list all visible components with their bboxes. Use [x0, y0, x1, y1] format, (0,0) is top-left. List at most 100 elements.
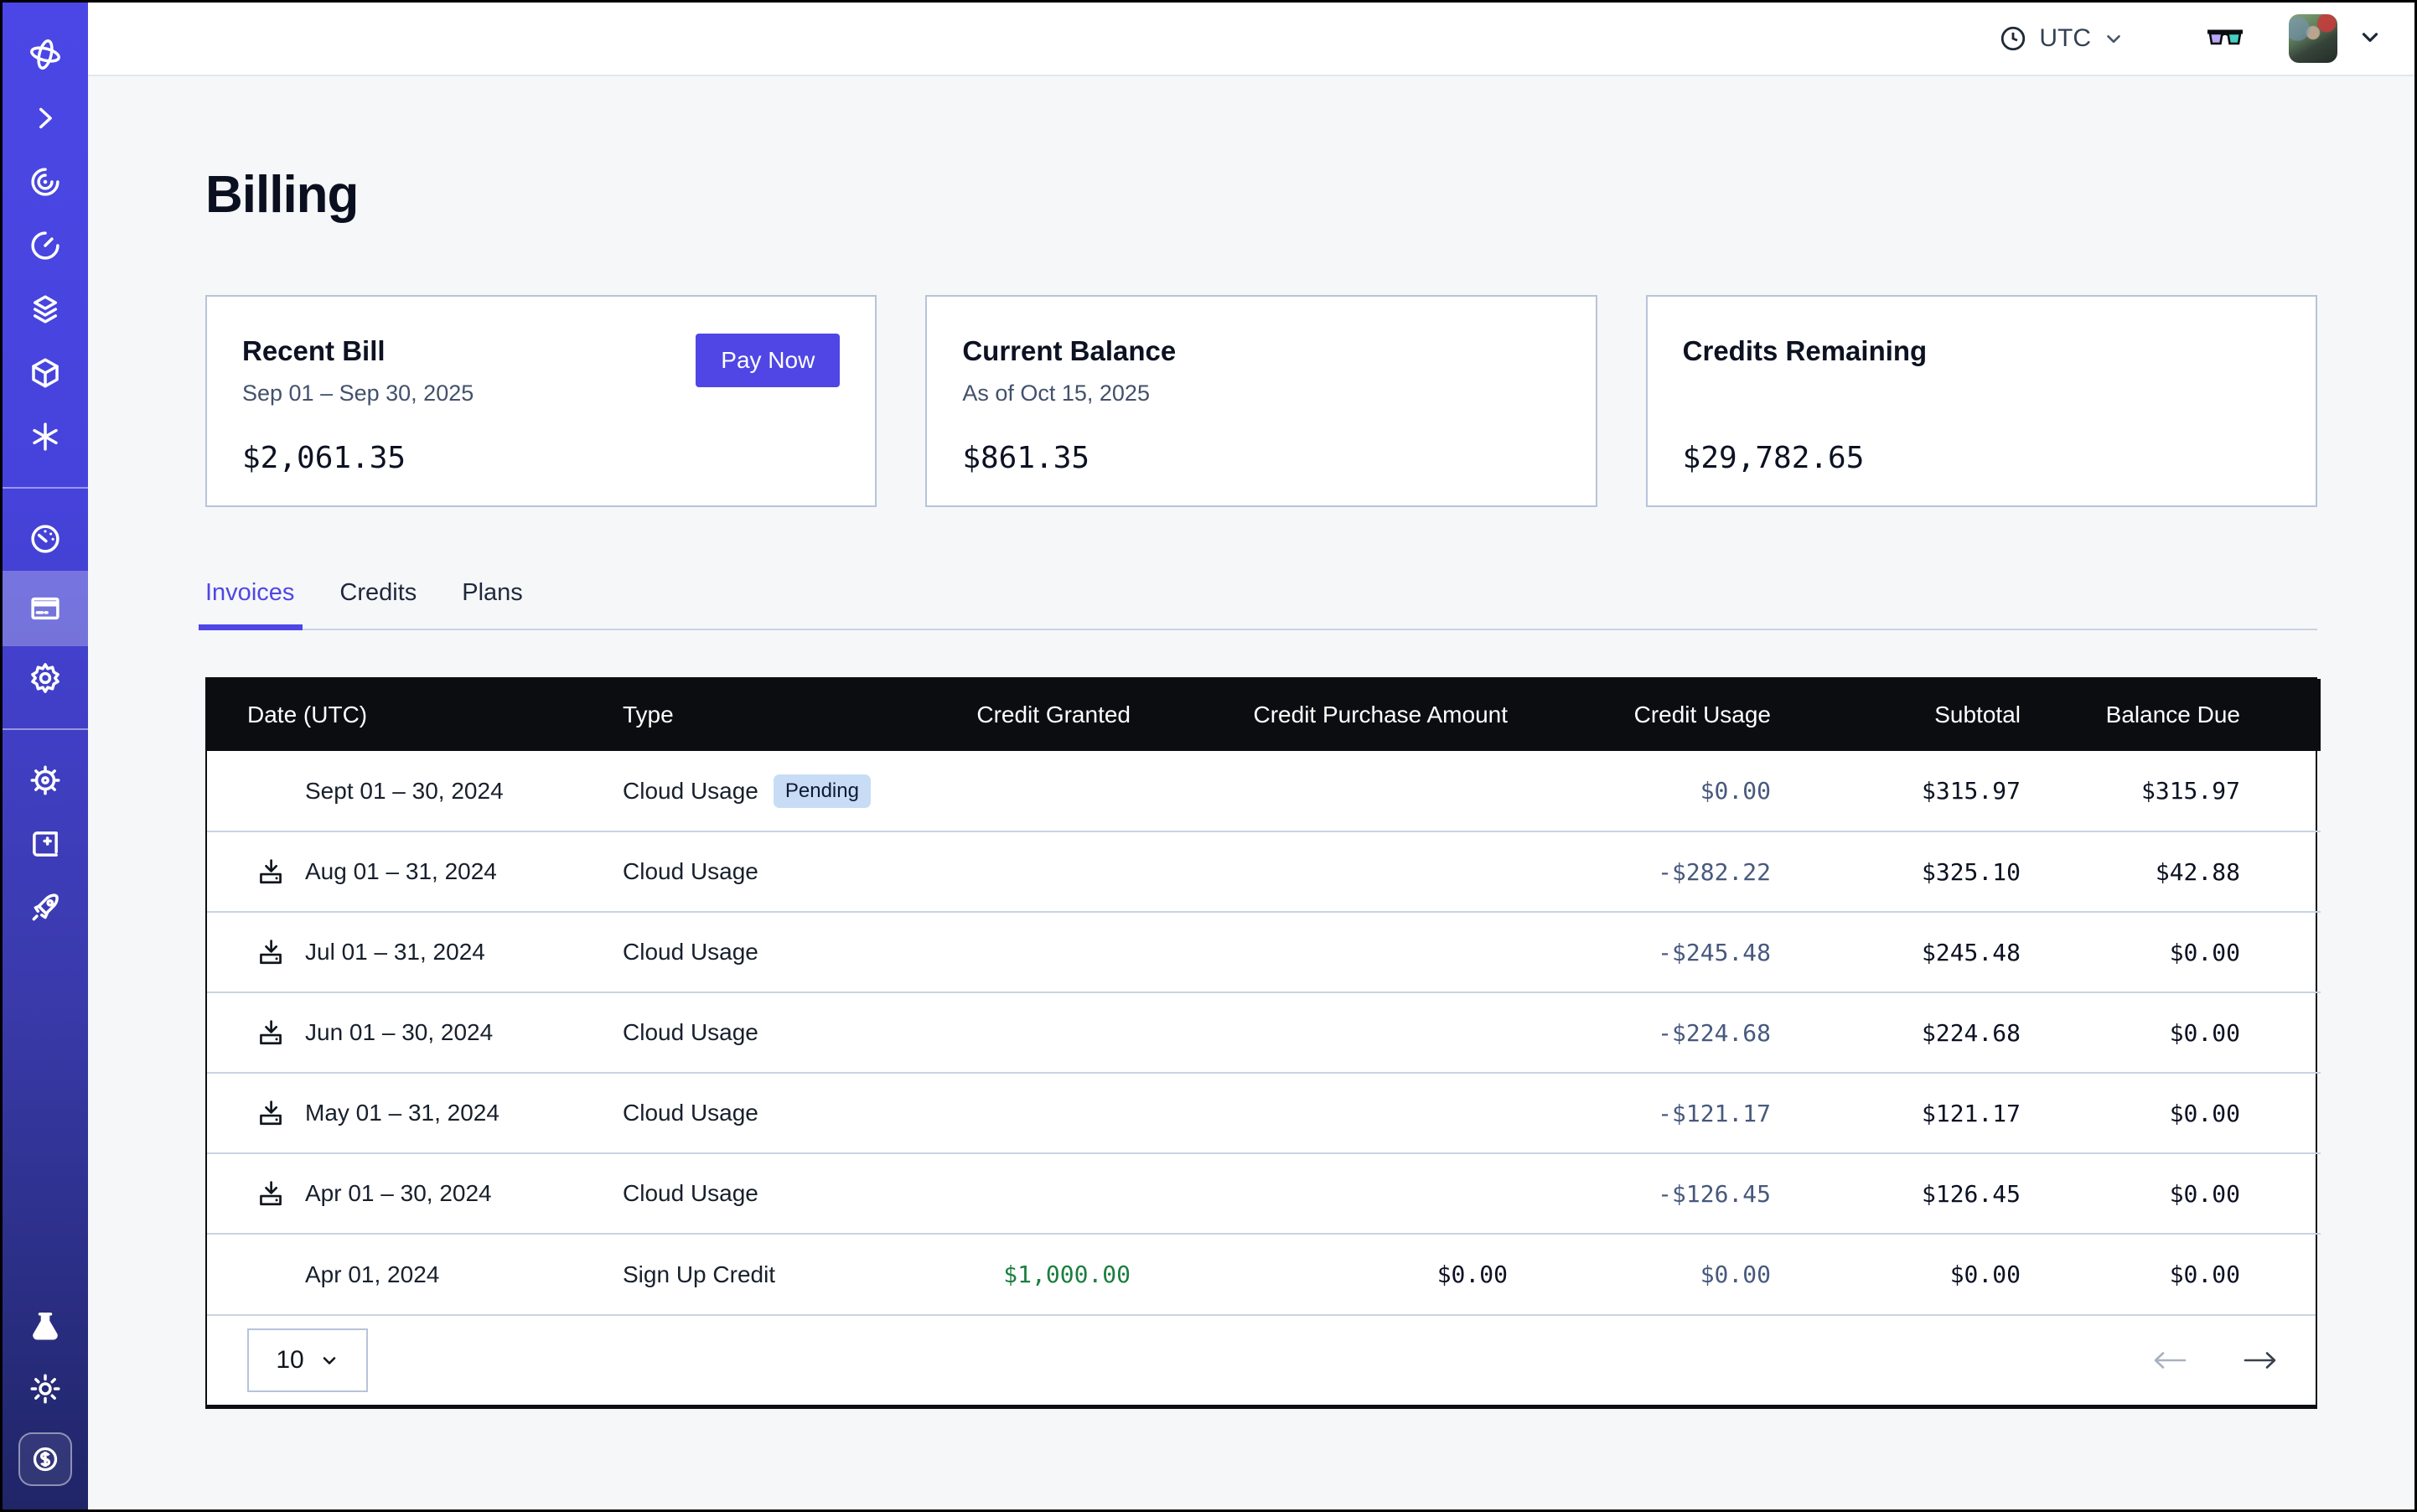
balance-due-value: $42.88: [2021, 831, 2321, 912]
credit-purchase-value: [1131, 831, 1508, 912]
asterisk-icon[interactable]: [3, 405, 88, 469]
card-subtitle: [1683, 381, 2280, 409]
layers-icon[interactable]: [3, 277, 88, 341]
credit-purchase-value: [1131, 751, 1508, 831]
invoice-date: Jul 01 – 31, 2024: [305, 939, 485, 966]
invoice-row: Apr 01 – 30, 2024 Cloud Usage -$126.45 $…: [207, 1153, 2321, 1234]
tab-credits[interactable]: Credits: [339, 579, 417, 629]
chevron-right-icon[interactable]: [3, 86, 88, 150]
column-header-credit-granted: Credit Granted: [931, 679, 1131, 751]
invoice-row: Jun 01 – 30, 2024 Cloud Usage -$224.68 $…: [207, 992, 2321, 1073]
sidebar: [3, 3, 88, 1509]
credit-granted-value: [931, 1073, 1131, 1153]
column-header-subtotal: Subtotal: [1771, 679, 2021, 751]
subtotal-value: $0.00: [1771, 1234, 2021, 1314]
invoice-type: Cloud Usage: [623, 939, 758, 965]
current-balance-card: Current Balance As of Oct 15, 2025 $861.…: [925, 295, 1597, 507]
download-invoice-button[interactable]: [256, 1179, 285, 1208]
gear-icon[interactable]: [3, 646, 88, 710]
download-invoice-button[interactable]: [256, 938, 285, 966]
spiral-icon[interactable]: [3, 150, 88, 214]
subtotal-value: $245.48: [1771, 912, 2021, 992]
card-title: Current Balance: [962, 335, 1560, 367]
sidebar-divider: [3, 487, 88, 489]
credit-granted-value: [931, 831, 1131, 912]
sun-icon[interactable]: [3, 1357, 88, 1421]
credit-purchase-value: $0.00: [1131, 1234, 1508, 1314]
invoice-table-body: Sept 01 – 30, 2024 Cloud UsagePending $0…: [207, 751, 2321, 1314]
page-title: Billing: [205, 165, 2317, 225]
subtotal-value: $121.17: [1771, 1073, 2021, 1153]
gauge-icon[interactable]: [3, 507, 88, 571]
invoice-row: Apr 01, 2024 Sign Up Credit $1,000.00 $0…: [207, 1234, 2321, 1314]
invoice-date: Aug 01 – 31, 2024: [305, 858, 497, 885]
card-title: Credits Remaining: [1683, 335, 2280, 367]
chevron-down-icon: [319, 1350, 339, 1370]
invoice-row: May 01 – 31, 2024 Cloud Usage -$121.17 $…: [207, 1073, 2321, 1153]
user-avatar[interactable]: [2289, 14, 2337, 63]
credit-granted-value: $1,000.00: [931, 1234, 1131, 1314]
card-subtitle: As of Oct 15, 2025: [962, 381, 1560, 409]
subtotal-value: $126.45: [1771, 1153, 2021, 1234]
page-size-select[interactable]: 10: [247, 1328, 368, 1392]
download-slot: [256, 1018, 305, 1047]
invoice-row: Jul 01 – 31, 2024 Cloud Usage -$245.48 $…: [207, 912, 2321, 992]
table-header-row: Date (UTC) Type Credit Granted Credit Pu…: [207, 679, 2321, 751]
balance-due-value: $315.97: [2021, 751, 2321, 831]
invoice-type: Cloud Usage: [623, 778, 758, 804]
orbit-logo-icon[interactable]: [3, 23, 88, 86]
balance-due-value: $0.00: [2021, 1073, 2321, 1153]
column-header-date: Date (UTC): [207, 679, 623, 751]
credit-purchase-value: [1131, 1153, 1508, 1234]
sidebar-spacer: [3, 940, 88, 1293]
clock-icon: [1999, 24, 2027, 53]
billing-tabs: Invoices Credits Plans: [205, 579, 2317, 630]
next-page-button[interactable]: [2242, 1348, 2279, 1373]
invoice-date: Apr 01 – 30, 2024: [305, 1180, 492, 1207]
book-sparkle-icon[interactable]: [3, 812, 88, 876]
invoice-date: May 01 – 31, 2024: [305, 1100, 499, 1126]
download-invoice-button[interactable]: [256, 1099, 285, 1127]
column-header-type: Type: [623, 679, 931, 751]
recent-bill-card: Recent Bill Sep 01 – Sep 30, 2025 $2,061…: [205, 295, 877, 507]
subtotal-value: $224.68: [1771, 992, 2021, 1073]
subtotal-value: $325.10: [1771, 831, 2021, 912]
rocket-icon[interactable]: [3, 876, 88, 940]
page-size-value: 10: [276, 1346, 303, 1375]
tab-plans[interactable]: Plans: [462, 579, 523, 629]
invoice-date: Apr 01, 2024: [305, 1261, 439, 1288]
download-invoice-button[interactable]: [256, 857, 285, 886]
account-menu[interactable]: [2289, 14, 2383, 63]
main-area: UTC Billing: [88, 3, 2414, 1509]
invoice-type: Cloud Usage: [623, 1180, 758, 1206]
credit-usage-value: -$121.17: [1508, 1073, 1771, 1153]
flask-icon[interactable]: [3, 1293, 88, 1357]
3d-glasses-button[interactable]: [2205, 26, 2245, 51]
prev-page-button[interactable]: [2151, 1348, 2188, 1373]
status-badge: Pending: [774, 774, 871, 808]
pay-now-button[interactable]: Pay Now: [696, 334, 840, 387]
invoice-type: Sign Up Credit: [623, 1261, 775, 1287]
dollar-badge-button[interactable]: [18, 1432, 72, 1486]
credit-usage-value: -$126.45: [1508, 1153, 1771, 1234]
download-slot: [256, 1179, 305, 1208]
credit-granted-value: [931, 992, 1131, 1073]
credit-granted-value: [931, 751, 1131, 831]
cube-icon[interactable]: [3, 341, 88, 405]
invoice-row: Aug 01 – 31, 2024 Cloud Usage -$282.22 $…: [207, 831, 2321, 912]
timer-icon[interactable]: [3, 214, 88, 277]
app-window: UTC Billing: [0, 0, 2417, 1512]
timezone-selector[interactable]: UTC: [1999, 24, 2125, 53]
balance-due-value: $0.00: [2021, 1153, 2321, 1234]
invoice-type: Cloud Usage: [623, 1019, 758, 1045]
tab-invoices[interactable]: Invoices: [205, 579, 294, 629]
sidebar-divider: [3, 728, 88, 730]
chevron-down-icon[interactable]: [2357, 24, 2383, 54]
column-header-credit-purchase: Credit Purchase Amount: [1131, 679, 1508, 751]
download-slot: [256, 857, 305, 886]
credit-card-icon-billing[interactable]: [3, 571, 88, 646]
table-footer: 10: [207, 1314, 2316, 1405]
invoice-date: Jun 01 – 30, 2024: [305, 1019, 493, 1046]
ship-wheel-icon[interactable]: [3, 748, 88, 812]
download-invoice-button[interactable]: [256, 1018, 285, 1047]
